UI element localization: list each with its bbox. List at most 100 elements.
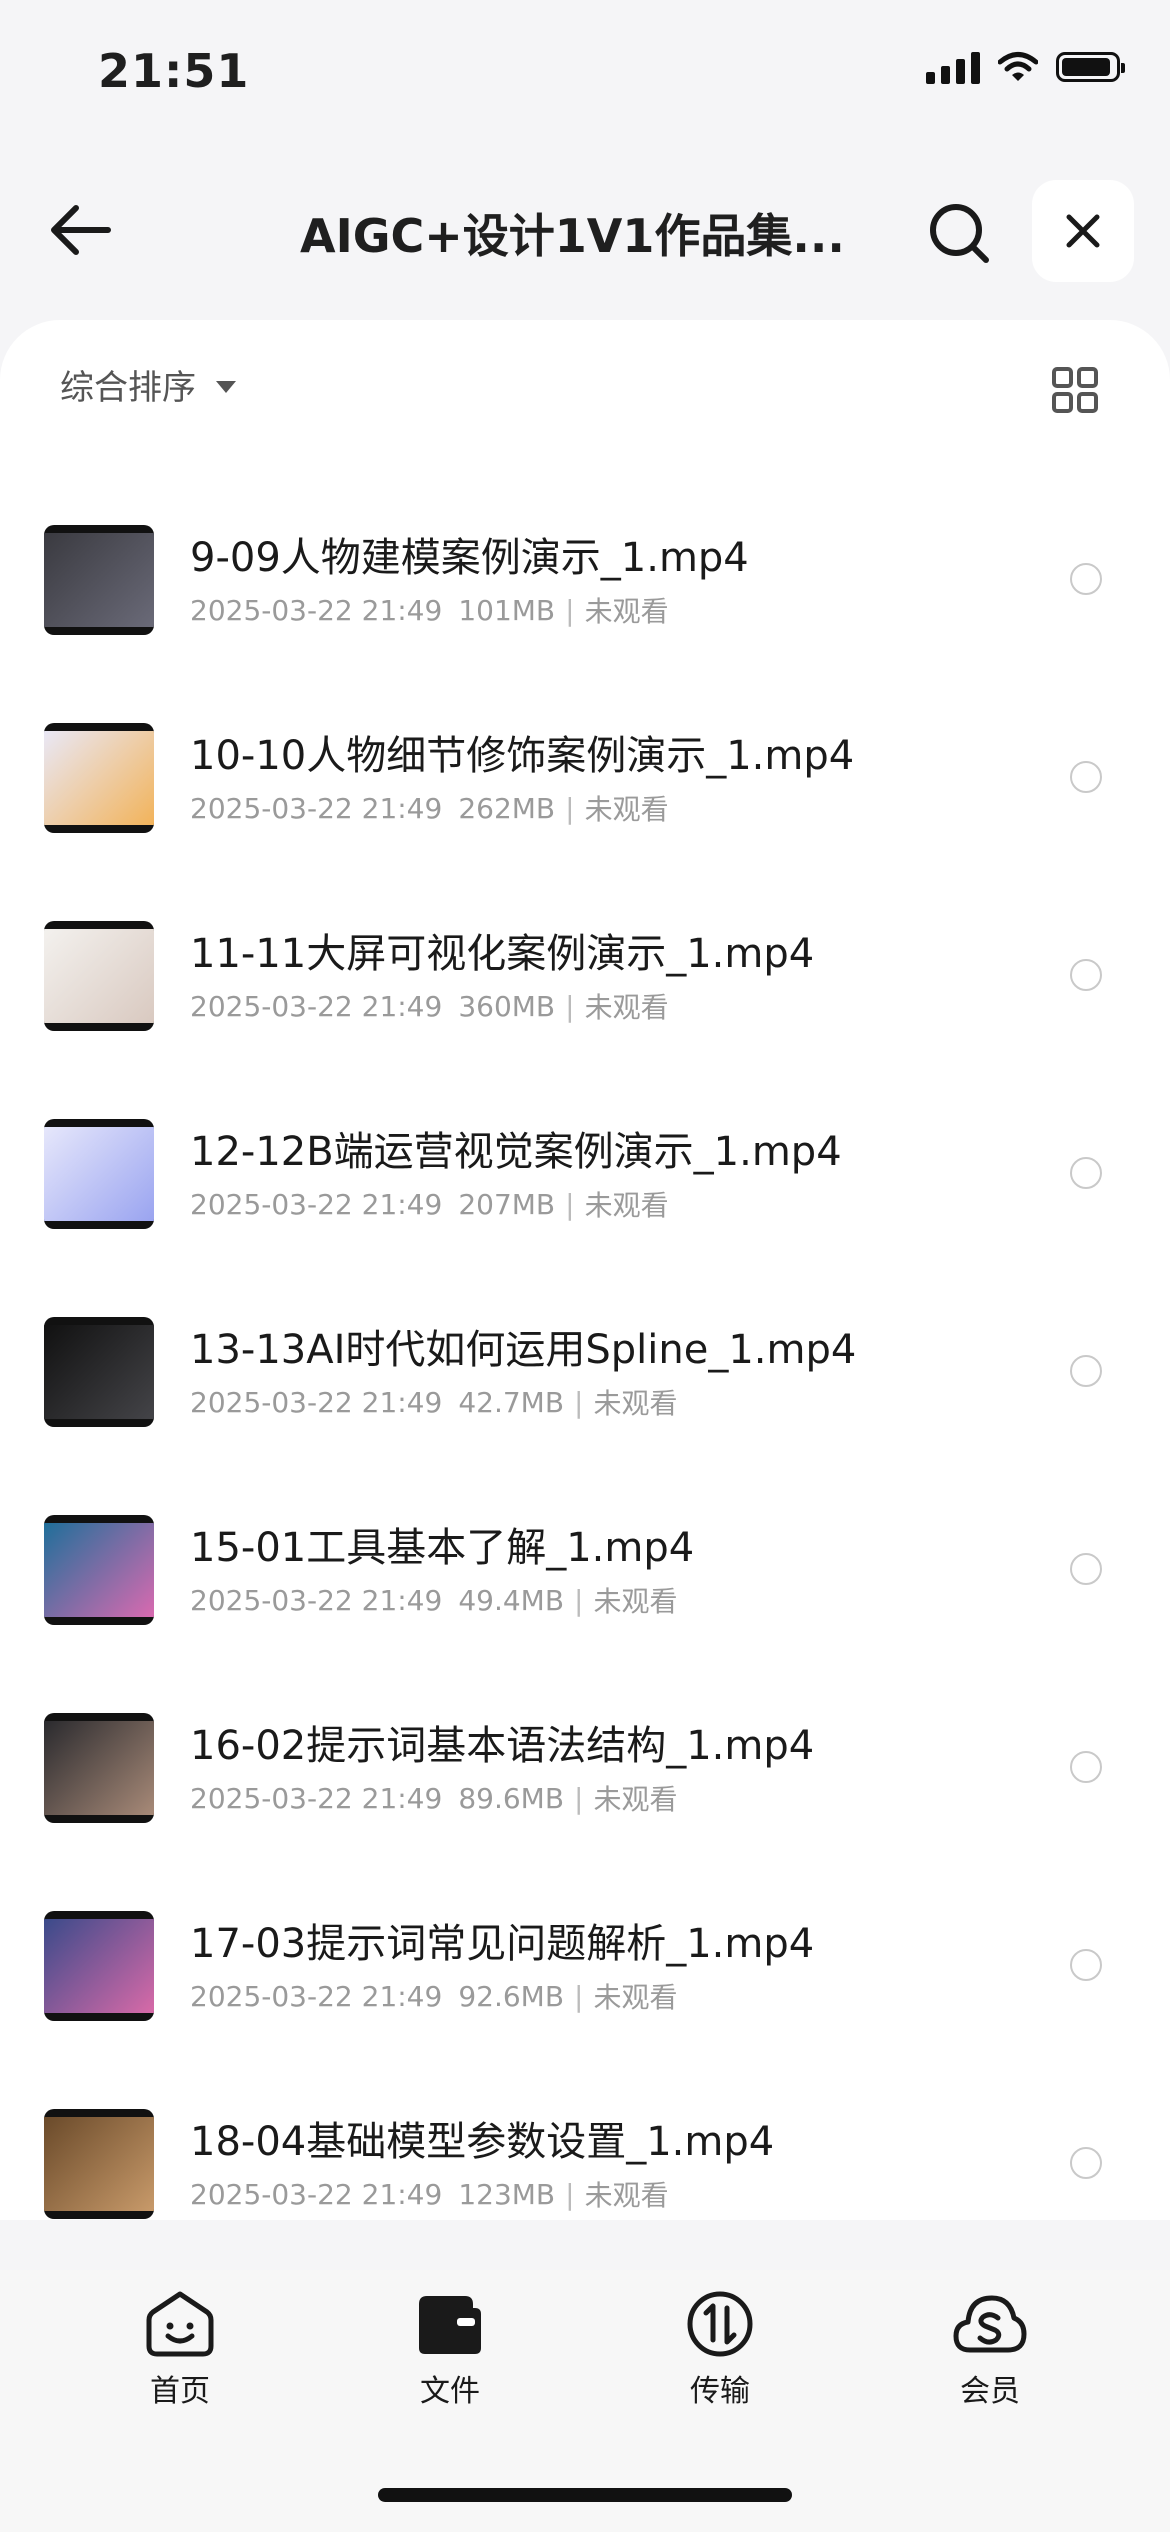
file-meta: 2025-03-22 21:49 89.6MB | 未观看 [190,1778,678,1818]
file-date: 2025-03-22 21:49 [190,1187,443,1221]
video-thumbnail [44,525,154,635]
cloud-s-icon [953,2295,1027,2353]
wifi-icon [998,52,1038,81]
arrow-left-icon [51,205,111,255]
file-date: 2025-03-22 21:49 [190,1385,443,1419]
status-icons [926,50,1125,84]
file-row[interactable]: 13-13AI时代如何运用Spline_1.mp4 2025-03-22 21:4… [0,1317,1170,1515]
video-thumbnail [44,1713,154,1823]
nav-transfer-label: 传输 [690,2374,750,2409]
watch-status: 未观看 [584,1189,669,1222]
select-radio[interactable] [1070,563,1102,595]
watch-status: 未观看 [584,793,669,826]
file-row[interactable]: 10-10人物细节修饰案例演示_1.mp4 2025-03-22 21:49 262… [0,723,1170,921]
file-date: 2025-03-22 21:49 [190,1781,443,1815]
battery-icon [1056,52,1125,82]
search-button[interactable] [920,194,1000,274]
file-name: 15-01工具基本了解_1.mp4 [190,1525,695,1571]
file-size: 49.4MB [458,1583,565,1617]
close-icon [1066,214,1100,248]
file-meta: 2025-03-22 21:49 360MB | 未观看 [190,986,669,1026]
file-size: 262MB [458,791,556,825]
watch-status: 未观看 [593,1783,678,1816]
file-size: 207MB [458,1187,556,1221]
select-radio[interactable] [1070,1157,1102,1189]
meta-divider: | [574,1781,584,1815]
video-thumbnail [44,1911,154,2021]
nav-transfer[interactable]: 传输 [640,2290,800,2410]
file-browser: 综合排序 9-09人物建模案例演示_1.mp4 2025-03-22 21:49 1… [0,320,1170,2220]
nav-vip-label: 会员 [960,2374,1020,2409]
meta-divider: | [574,1385,584,1419]
video-thumbnail [44,1119,154,1229]
select-radio[interactable] [1070,1355,1102,1387]
file-row[interactable]: 12-12B端运营视觉案例演示_1.mp4 2025-03-22 21:49 207… [0,1119,1170,1317]
watch-status: 未观看 [593,1387,678,1420]
select-radio[interactable] [1070,959,1102,991]
search-icon [930,204,989,263]
file-date: 2025-03-22 21:49 [190,1979,443,2013]
file-meta: 2025-03-22 21:49 123MB | 未观看 [190,2174,669,2214]
nav-files[interactable]: 文件 [370,2290,530,2410]
file-date: 2025-03-22 21:49 [190,989,443,1023]
cellular-signal-icon [926,50,980,84]
meta-divider: | [565,989,575,1023]
close-button[interactable] [1032,180,1134,282]
smile-face-icon [146,2291,214,2357]
file-meta: 2025-03-22 21:49 207MB | 未观看 [190,1184,669,1224]
meta-divider: | [565,593,575,627]
status-time: 21:51 [98,44,250,98]
file-date: 2025-03-22 21:49 [190,593,443,627]
file-name: 13-13AI时代如何运用Spline_1.mp4 [190,1327,857,1373]
file-name: 17-03提示词常见问题解析_1.mp4 [190,1921,815,1967]
video-thumbnail [44,1515,154,1625]
watch-status: 未观看 [593,1981,678,2014]
file-meta: 2025-03-22 21:49 92.6MB | 未观看 [190,1976,678,2016]
back-button[interactable] [40,190,120,270]
file-size: 101MB [458,593,556,627]
video-thumbnail [44,1317,154,1427]
file-name: 16-02提示词基本语法结构_1.mp4 [190,1723,815,1769]
watch-status: 未观看 [593,1585,678,1618]
file-name: 18-04基础模型参数设置_1.mp4 [190,2119,775,2165]
file-meta: 2025-03-22 21:49 49.4MB | 未观看 [190,1580,678,1620]
video-thumbnail [44,2109,154,2219]
file-meta: 2025-03-22 21:49 262MB | 未观看 [190,788,669,828]
select-radio[interactable] [1070,1553,1102,1585]
page-title: AIGC+设计1V1作品集... [300,209,845,263]
select-radio[interactable] [1070,761,1102,793]
file-name: 9-09人物建模案例演示_1.mp4 [190,535,749,581]
file-row[interactable]: 17-03提示词常见问题解析_1.mp4 2025-03-22 21:49 92.6… [0,1911,1170,2109]
transfer-icon [687,2291,753,2357]
select-radio[interactable] [1070,1949,1102,1981]
header: AIGC+设计1V1作品集... [0,170,1170,290]
grid-view-icon[interactable] [1050,365,1100,415]
file-name: 12-12B端运营视觉案例演示_1.mp4 [190,1129,842,1175]
video-thumbnail [44,723,154,833]
file-size: 123MB [458,2177,556,2211]
folder-icon [419,2296,481,2354]
home-indicator [378,2488,792,2502]
meta-divider: | [574,1979,584,2013]
sort-dropdown[interactable]: 综合排序 [60,360,236,409]
nav-files-label: 文件 [420,2374,480,2409]
file-row[interactable]: 9-09人物建模案例演示_1.mp4 2025-03-22 21:49 101MB |… [0,525,1170,723]
meta-divider: | [565,791,575,825]
file-row[interactable]: 11-11大屏可视化案例演示_1.mp4 2025-03-22 21:49 360M… [0,921,1170,1119]
select-radio[interactable] [1070,2147,1102,2179]
file-row[interactable]: 16-02提示词基本语法结构_1.mp4 2025-03-22 21:49 89.6… [0,1713,1170,1911]
nav-vip[interactable]: 会员 [910,2290,1070,2410]
file-meta: 2025-03-22 21:49 42.7MB | 未观看 [190,1382,678,1422]
video-thumbnail [44,921,154,1031]
file-name: 11-11大屏可视化案例演示_1.mp4 [190,931,815,977]
file-meta: 2025-03-22 21:49 101MB | 未观看 [190,590,669,630]
select-radio[interactable] [1070,1751,1102,1783]
file-row[interactable]: 15-01工具基本了解_1.mp4 2025-03-22 21:49 49.4MB |… [0,1515,1170,1713]
sort-label: 综合排序 [60,368,196,408]
file-name: 10-10人物细节修饰案例演示_1.mp4 [190,733,855,779]
meta-divider: | [574,1583,584,1617]
nav-home[interactable]: 首页 [100,2290,260,2410]
file-date: 2025-03-22 21:49 [190,791,443,825]
file-size: 89.6MB [458,1781,565,1815]
file-list: 9-09人物建模案例演示_1.mp4 2025-03-22 21:49 101MB |… [0,525,1170,2307]
